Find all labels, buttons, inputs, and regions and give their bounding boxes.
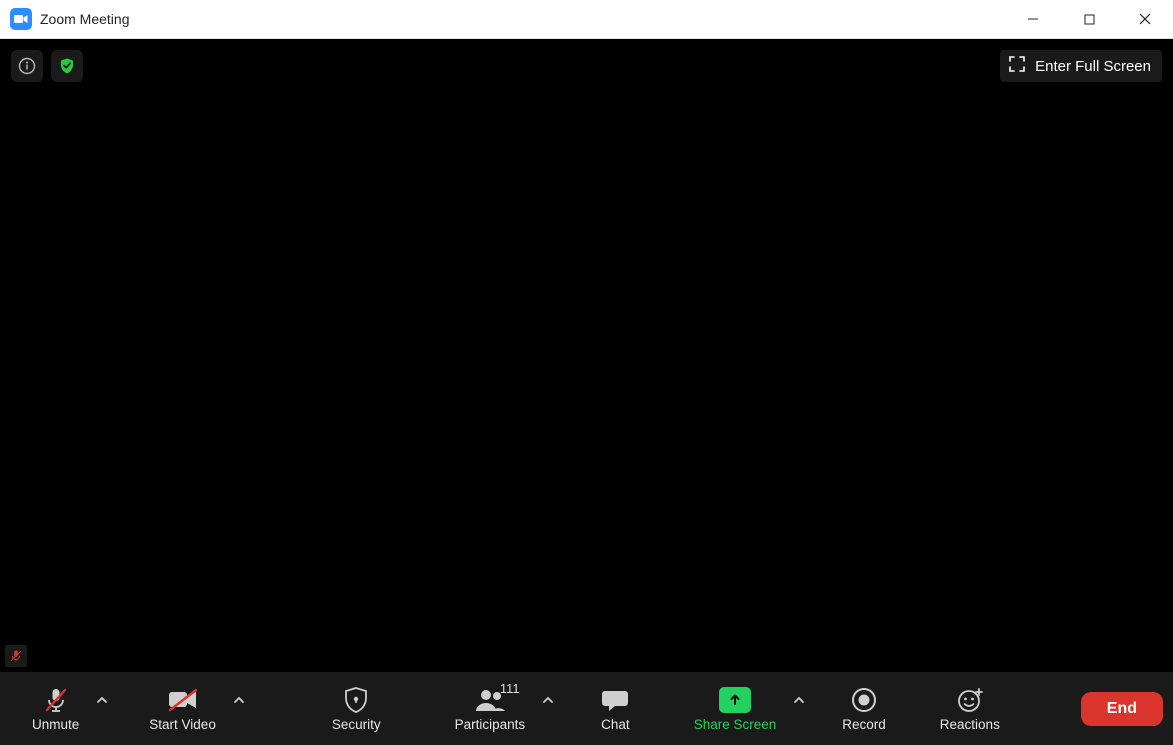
fullscreen-label: Enter Full Screen [1035, 58, 1151, 75]
chevron-up-icon [233, 694, 245, 706]
chat-icon [601, 685, 629, 715]
reactions-label: Reactions [940, 717, 1000, 732]
record-icon [851, 685, 877, 715]
shield-check-icon [58, 57, 76, 75]
muted-mic-icon [9, 649, 23, 663]
encryption-shield-button[interactable] [51, 50, 83, 82]
chat-button[interactable]: Chat [589, 679, 642, 739]
end-button[interactable]: End [1081, 692, 1163, 726]
muted-mic-icon [42, 685, 70, 715]
self-muted-indicator [5, 645, 27, 667]
window-title: Zoom Meeting [40, 11, 129, 27]
close-button[interactable] [1117, 0, 1173, 38]
reactions-icon [956, 685, 984, 715]
security-button[interactable]: Security [320, 679, 393, 739]
meeting-info-button[interactable] [11, 50, 43, 82]
shield-icon [343, 685, 369, 715]
zoom-logo-icon [10, 8, 32, 30]
window-controls [1005, 0, 1173, 38]
participants-options-chevron[interactable] [537, 670, 559, 730]
enter-fullscreen-button[interactable]: Enter Full Screen [1000, 50, 1162, 82]
chevron-up-icon [542, 694, 554, 706]
maximize-button[interactable] [1061, 0, 1117, 38]
fullscreen-icon [1008, 55, 1026, 77]
participants-button[interactable]: 111 Participants [443, 679, 538, 739]
chat-label: Chat [601, 717, 630, 732]
share-options-chevron[interactable] [788, 670, 810, 730]
reactions-button[interactable]: Reactions [928, 679, 1012, 739]
chevron-up-icon [793, 694, 805, 706]
end-label: End [1107, 700, 1137, 717]
record-button[interactable]: Record [830, 679, 898, 739]
audio-options-chevron[interactable] [91, 670, 113, 730]
minimize-button[interactable] [1005, 0, 1061, 38]
unmute-button[interactable]: Unmute [20, 679, 91, 739]
video-off-icon [167, 685, 199, 715]
info-icon [18, 57, 36, 75]
participants-count: 111 [500, 681, 520, 696]
share-screen-button[interactable]: Share Screen [682, 679, 789, 739]
video-stage: Enter Full Screen [0, 39, 1173, 672]
start-video-button[interactable]: Start Video [137, 679, 228, 739]
security-label: Security [332, 717, 381, 732]
unmute-label: Unmute [32, 717, 79, 732]
share-screen-icon [719, 687, 751, 713]
video-options-chevron[interactable] [228, 670, 250, 730]
participants-label: Participants [455, 717, 526, 732]
share-screen-label: Share Screen [694, 717, 777, 732]
start-video-label: Start Video [149, 717, 216, 732]
titlebar: Zoom Meeting [0, 0, 1173, 39]
record-label: Record [842, 717, 886, 732]
chevron-up-icon [96, 694, 108, 706]
meeting-toolbar: Unmute Start Video [0, 672, 1173, 745]
